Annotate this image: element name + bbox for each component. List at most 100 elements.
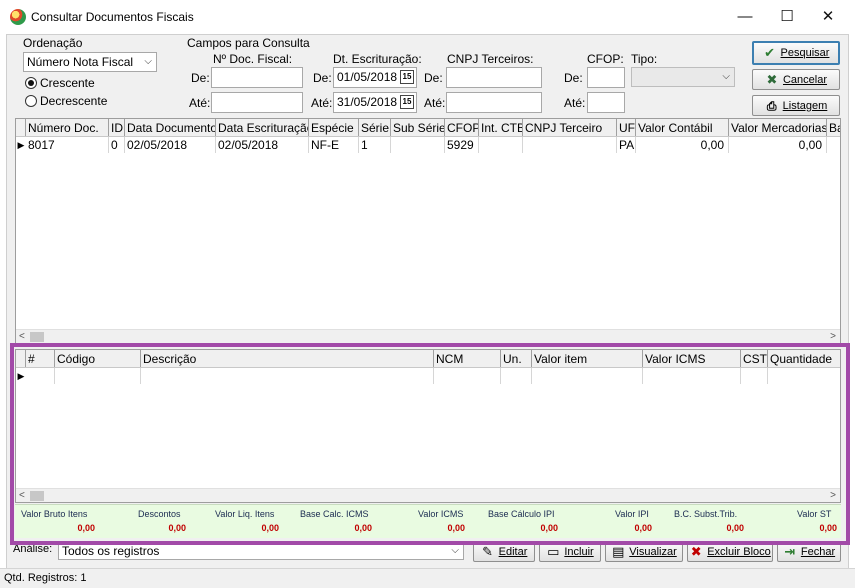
tipo-select[interactable]: ⌵ xyxy=(631,67,735,87)
cell-empty[interactable] xyxy=(141,368,434,384)
col-int-ctb[interactable]: Int. CTB xyxy=(479,119,523,136)
listagem-button[interactable]: ⎙ Listagem xyxy=(752,95,840,116)
total-label: Descontos xyxy=(138,509,181,519)
col-id[interactable]: ID xyxy=(109,119,125,136)
col-data-documento[interactable]: Data Documento xyxy=(125,119,216,136)
cell-data-escrituracao[interactable]: 02/05/2018 xyxy=(216,137,309,153)
cell-cfop[interactable]: 5929 xyxy=(445,137,479,153)
radio-decrescente[interactable]: Decrescente xyxy=(25,94,107,108)
table-row[interactable]: ▶ 8017 0 02/05/2018 02/05/2018 NF-E 1 59… xyxy=(16,137,840,153)
col-cst[interactable]: CST xyxy=(741,350,768,367)
col-valor-icms[interactable]: Valor ICMS xyxy=(643,350,741,367)
cell-sub-serie[interactable] xyxy=(391,137,445,153)
chevron-down-icon: ⌵ xyxy=(722,71,730,82)
analise-select[interactable]: Todos os registros ⌵ xyxy=(58,542,464,560)
num-doc-ate-input[interactable] xyxy=(211,92,303,113)
cfop-ate-input[interactable] xyxy=(587,92,625,113)
total-value: 0,00 xyxy=(726,523,744,533)
cfop-de-input[interactable] xyxy=(587,67,625,88)
delete-icon: ✖ xyxy=(690,543,702,559)
header-indicator xyxy=(16,119,26,136)
radio-crescente[interactable]: Crescente xyxy=(25,76,95,90)
total-label: Valor IPI xyxy=(615,509,649,519)
scroll-right-icon[interactable]: > xyxy=(830,330,836,343)
cell-empty[interactable] xyxy=(532,368,643,384)
cell-uf[interactable]: PA xyxy=(617,137,636,153)
col-cnpj-terceiro[interactable]: CNPJ Terceiro xyxy=(523,119,617,136)
col-numero-doc[interactable]: Número Doc. xyxy=(26,119,109,136)
ordenacao-select[interactable]: Número Nota Fiscal ⌵ xyxy=(23,52,157,72)
num-doc-de-input[interactable] xyxy=(211,67,303,88)
cell-empty[interactable] xyxy=(501,368,532,384)
cell-cnpj-terceiro[interactable] xyxy=(523,137,617,153)
incluir-button[interactable]: ▭ Incluir xyxy=(539,541,601,562)
close-button[interactable]: ✕ xyxy=(813,6,843,28)
editar-button[interactable]: ✎ Editar xyxy=(473,541,535,562)
documents-grid[interactable]: Número Doc. ID Data Documento Data Escri… xyxy=(15,118,841,344)
cnpj-ate-input[interactable] xyxy=(446,92,542,113)
cell-serie[interactable]: 1 xyxy=(359,137,391,153)
scroll-thumb[interactable] xyxy=(30,491,44,501)
cancelar-button[interactable]: ✖ Cancelar xyxy=(752,69,840,90)
col-uf[interactable]: UF xyxy=(617,119,636,136)
scroll-right-icon[interactable]: > xyxy=(830,489,836,502)
row-selector-icon: ▶ xyxy=(17,140,25,150)
cell-id[interactable]: 0 xyxy=(109,137,125,153)
col-valor-item[interactable]: Valor item xyxy=(532,350,643,367)
col-base[interactable]: Ba xyxy=(827,119,840,136)
col-serie[interactable]: Série xyxy=(359,119,391,136)
col-numero[interactable]: # xyxy=(26,350,55,367)
num-doc-ate-label: Até: xyxy=(189,96,211,110)
maximize-button[interactable]: ☐ xyxy=(772,6,802,28)
col-cfop[interactable]: CFOP xyxy=(445,119,479,136)
cell-empty[interactable] xyxy=(434,368,501,384)
col-ncm[interactable]: NCM xyxy=(434,350,501,367)
total-value: 0,00 xyxy=(354,523,372,533)
header-indicator xyxy=(16,350,26,367)
col-valor-contabil[interactable]: Valor Contábil xyxy=(636,119,729,136)
scroll-thumb[interactable] xyxy=(30,332,44,342)
col-valor-mercadorias[interactable]: Valor Mercadorias xyxy=(729,119,827,136)
total-label: Base Cálculo IPI xyxy=(488,509,555,519)
documents-hscrollbar[interactable]: < > xyxy=(16,329,840,343)
pesquisar-button[interactable]: ✔ Pesquisar xyxy=(752,41,840,65)
cnpj-de-input[interactable] xyxy=(446,67,542,88)
scroll-left-icon[interactable]: < xyxy=(19,330,25,343)
incluir-label: Incluir xyxy=(564,545,594,558)
items-hscrollbar[interactable]: < > xyxy=(16,488,840,502)
cell-numero-doc[interactable]: 8017 xyxy=(26,137,109,153)
dt-escrituracao-de-input[interactable]: 01/05/2018 15 xyxy=(333,67,417,88)
cell-empty[interactable] xyxy=(643,368,741,384)
col-un[interactable]: Un. xyxy=(501,350,532,367)
col-quantidade[interactable]: Quantidade xyxy=(768,350,840,367)
cell-valor-contabil[interactable]: 0,00 xyxy=(636,137,729,153)
excluir-bloco-button[interactable]: ✖ Excluir Bloco xyxy=(687,541,773,562)
cell-especie[interactable]: NF-E xyxy=(309,137,359,153)
radio-selected-icon xyxy=(25,77,37,89)
cell-empty[interactable] xyxy=(26,368,55,384)
items-grid[interactable]: # Código Descrição NCM Un. Valor item Va… xyxy=(15,349,841,503)
dt-escrituracao-ate-input[interactable]: 31/05/2018 15 xyxy=(333,92,417,113)
table-row[interactable]: ▶ xyxy=(16,368,840,384)
col-codigo[interactable]: Código xyxy=(55,350,141,367)
col-data-escrituracao[interactable]: Data Escrituração xyxy=(216,119,309,136)
calendar-icon[interactable]: 15 xyxy=(400,95,414,109)
calendar-icon[interactable]: 15 xyxy=(400,70,414,84)
cell-valor-mercadorias[interactable]: 0,00 xyxy=(729,137,827,153)
scroll-left-icon[interactable]: < xyxy=(19,489,25,502)
minimize-button[interactable]: — xyxy=(730,6,760,28)
cnpj-terceiros-label: CNPJ Terceiros: xyxy=(447,52,534,66)
window-title: Consultar Documentos Fiscais xyxy=(31,10,194,24)
cell-empty[interactable] xyxy=(55,368,141,384)
cell-int-ctb[interactable] xyxy=(479,137,523,153)
visualizar-button[interactable]: ▤ Visualizar xyxy=(605,541,683,562)
col-sub-serie[interactable]: Sub Série xyxy=(391,119,445,136)
col-especie[interactable]: Espécie xyxy=(309,119,359,136)
fechar-button[interactable]: ⇥ Fechar xyxy=(777,541,841,562)
cell-data-documento[interactable]: 02/05/2018 xyxy=(125,137,216,153)
col-descricao[interactable]: Descrição xyxy=(141,350,434,367)
cell-empty[interactable] xyxy=(741,368,768,384)
cell-base[interactable] xyxy=(827,137,840,153)
cancelar-label: Cancelar xyxy=(782,73,828,86)
listagem-label: Listagem xyxy=(782,99,828,112)
